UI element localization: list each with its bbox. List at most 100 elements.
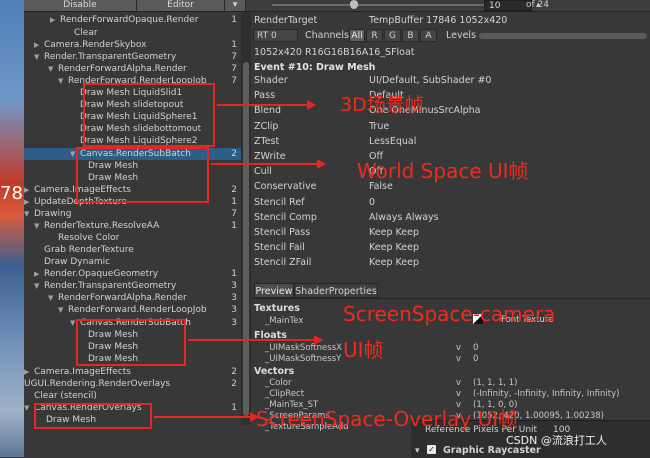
shader-state-value: LessEqual (369, 135, 417, 147)
event-total: of 24 (526, 0, 549, 10)
tree-row-count: 2 (231, 185, 237, 195)
tree-row-count: 3 (231, 318, 237, 328)
annotation-world-space-ui: World Space UI帧 (357, 159, 529, 183)
expanded-arrow-icon[interactable]: ▼ (34, 220, 39, 232)
shader-state-value: Keep Keep (369, 227, 419, 238)
tree-row-label: UGUI.Rendering.RenderOverlays (24, 379, 171, 389)
annotation-arrow-head-3d (307, 100, 316, 110)
expanded-arrow-icon[interactable]: ▼ (24, 208, 29, 220)
tree-row[interactable]: ▼ Drawing 7 (24, 208, 241, 220)
tree-row[interactable]: ▶ Render.OpaqueGeometry 1 (24, 268, 241, 280)
tab-shader-properties[interactable]: ShaderProperties (294, 283, 378, 298)
vector-property-flag: v (456, 378, 462, 388)
channel-g-button[interactable]: G (384, 29, 401, 42)
vector-property-value: (1, 1, 1, 1) (473, 378, 518, 388)
channel-all-button[interactable]: All (349, 29, 365, 42)
component-enabled-checkbox[interactable]: ✓ (427, 445, 436, 454)
tree-row[interactable]: ▶ RenderForwardOpaque.Render 1 (24, 14, 241, 26)
tree-row[interactable]: Draw Dynamic (24, 256, 241, 268)
component-expand-icon[interactable]: ▾ (415, 446, 420, 456)
tree-scroll-thumb[interactable] (243, 62, 249, 416)
annotation-arrow-camera-ui (188, 339, 314, 341)
shader-state-value: Keep Keep (369, 257, 419, 269)
annotation-arrow-overlay-ui (154, 416, 250, 418)
annotation-box-world-ui (76, 147, 209, 203)
event-index-field[interactable]: 10 (484, 0, 532, 11)
csdn-watermark: CSDN @流浪打工人 (506, 434, 607, 447)
tree-row-label: Resolve Color (58, 233, 120, 243)
shader-state-key: Stencil Fail (254, 242, 305, 254)
shader-state-key: Blend (254, 105, 282, 117)
annotation-arrow-3d (217, 104, 307, 106)
tree-row-label: Camera.ImageEffects (34, 367, 131, 377)
expanded-arrow-icon[interactable]: ▼ (34, 51, 39, 63)
channels-toolbar: RT 0 Channels All R G B A Levels (253, 29, 650, 42)
render-target-select[interactable]: RT 0 (253, 29, 298, 42)
tree-row[interactable]: ▼ RenderForward.RenderLoopJob 3 (24, 304, 241, 316)
event-slider-track[interactable] (272, 4, 504, 6)
vectors-header: Vectors (254, 366, 295, 377)
event-title: Event #10: Draw Mesh (254, 62, 376, 73)
tree-scrollbar[interactable] (241, 12, 251, 425)
collapsed-arrow-icon[interactable]: ▶ (24, 366, 29, 378)
shader-state-key: Conservative (254, 181, 317, 193)
tree-row[interactable]: Resolve Color (24, 232, 241, 244)
annotation-screenspace-camera: ScreenSpace-camera (343, 302, 556, 326)
event-slider-thumb[interactable] (350, 0, 358, 9)
tree-row-count: 1 (231, 197, 237, 207)
expanded-arrow-icon[interactable]: ▼ (48, 63, 53, 75)
float-property-flag: v (456, 354, 462, 364)
tree-row[interactable]: ▼ Render.TransparentGeometry 7 (24, 51, 241, 63)
expanded-arrow-icon[interactable]: ▼ (70, 148, 75, 160)
tree-row[interactable]: Grab RenderTexture (24, 244, 241, 256)
tree-row-label: Clear (74, 28, 98, 38)
tab-preview[interactable]: Preview (254, 283, 294, 298)
tree-row[interactable]: ▼ RenderForwardAlpha.Render 7 (24, 63, 241, 75)
channel-b-button[interactable]: B (402, 29, 419, 42)
editor-dropdown-arrow-icon[interactable]: ▾ (225, 0, 246, 11)
annotation-screenspace-overlay: ScreenSpace-Overlay UI帧 (256, 407, 519, 431)
tree-row[interactable]: ▼ RenderTexture.ResolveAA 1 (24, 220, 241, 232)
expanded-arrow-icon[interactable]: ▼ (48, 292, 53, 304)
collapsed-arrow-icon[interactable]: ▶ (24, 184, 29, 196)
tree-row-label: RenderForward.RenderLoopJob (68, 305, 207, 315)
tree-row[interactable]: ▼UGUI.Rendering.RenderOverlays2 (24, 378, 241, 390)
annotation-camera-ui-frame: UI帧 (343, 338, 384, 362)
event-detail-panel: RenderTarget TempBuffer 17846 1052x420 R… (251, 12, 650, 457)
expanded-arrow-icon[interactable]: ▼ (70, 317, 75, 329)
tree-row-count: 3 (231, 293, 237, 303)
expanded-arrow-icon[interactable]: ▼ (34, 280, 39, 292)
tree-row-label: Camera.RenderSkybox (44, 40, 147, 50)
expanded-arrow-icon[interactable]: ▼ (58, 304, 63, 316)
tree-row-count: 3 (231, 281, 237, 291)
tree-row[interactable]: ▼ Render.TransparentGeometry 3 (24, 280, 241, 292)
shader-state-key: Shader (254, 75, 288, 86)
collapsed-arrow-icon[interactable]: ▶ (34, 39, 39, 51)
tree-row-count: 7 (231, 76, 237, 86)
disable-button[interactable]: Disable (24, 0, 137, 11)
render-target-label: RenderTarget (254, 15, 318, 26)
expanded-arrow-icon[interactable]: ▼ (58, 75, 63, 87)
shader-state-key: ZTest (254, 135, 280, 147)
levels-slider[interactable] (479, 33, 647, 39)
tree-row-count: 3 (231, 305, 237, 315)
tree-row[interactable]: ▶ Camera.RenderSkybox 1 (24, 39, 241, 51)
shader-state-value: 0 (369, 196, 376, 208)
editor-dropdown[interactable]: Editor (137, 0, 225, 11)
channel-r-button[interactable]: R (366, 29, 383, 42)
collapsed-arrow-icon[interactable]: ▶ (24, 196, 29, 208)
levels-label: Levels (446, 30, 477, 41)
tree-row[interactable]: Clear (stencil) (24, 390, 241, 402)
expanded-arrow-icon[interactable]: ▼ (24, 402, 29, 414)
tab-divider (251, 298, 650, 299)
tree-row[interactable]: Clear (24, 27, 241, 39)
tree-row[interactable]: ▶ Camera.ImageEffects 2 (24, 366, 241, 378)
annotation-box-camera-ui (76, 319, 186, 366)
collapsed-arrow-icon[interactable]: ▶ (50, 14, 55, 26)
float-property-key: _UIMaskSoftnessX (265, 343, 342, 353)
channel-a-button[interactable]: A (420, 29, 437, 42)
textures-header: Textures (254, 303, 300, 314)
collapsed-arrow-icon[interactable]: ▶ (34, 268, 39, 280)
tree-row[interactable]: ▼ RenderForwardAlpha.Render 3 (24, 292, 241, 304)
format-line: 1052x420 R16G16B16A16_SFloat (254, 47, 415, 58)
